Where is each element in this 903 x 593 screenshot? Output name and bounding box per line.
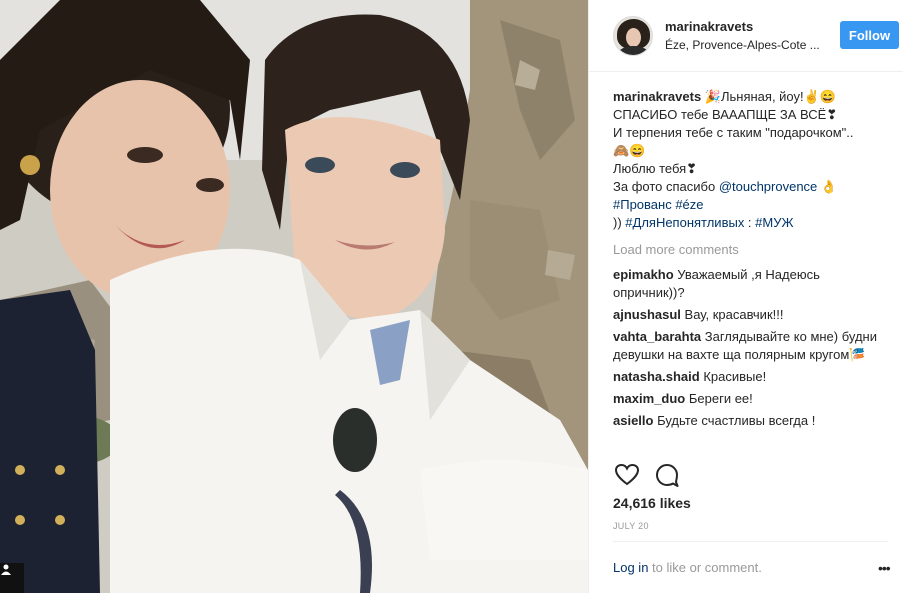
- instagram-post: marinakravets Éze, Provence-Alpes-Cote .…: [0, 0, 903, 593]
- header-text: marinakravets Éze, Provence-Alpes-Cote .…: [665, 19, 825, 52]
- comment-item: natasha.shaid Красивые!: [613, 368, 888, 386]
- location-link[interactable]: Éze, Provence-Alpes-Cote ...: [665, 38, 825, 52]
- avatar-shoulders: [618, 45, 649, 55]
- comment-item: epimakho Уважаемый ,я Надеюсь опричник))…: [613, 266, 888, 302]
- hashtag-line[interactable]: #Прованс #éze: [613, 196, 888, 214]
- divider: [613, 541, 888, 542]
- login-link[interactable]: Log in: [613, 560, 648, 575]
- comment-item: vahta_barahta Заглядывайте ко мне) будни…: [613, 328, 888, 364]
- comment-username[interactable]: natasha.shaid: [613, 369, 700, 384]
- heart-glyph: [615, 464, 639, 486]
- comments-list[interactable]: marinakravets 🎉Льняная, йоу!✌😄 СПАСИБО т…: [613, 88, 888, 450]
- likes-count[interactable]: 24,616 likes: [613, 495, 691, 511]
- comment-username[interactable]: asiello: [613, 413, 653, 428]
- hashtag-link-2[interactable]: #МУЖ: [755, 215, 793, 230]
- caption-line-0: marinakravets 🎉Льняная, йоу!✌😄: [613, 88, 888, 106]
- caption-last-line: )) #ДляНепонятливых : #МУЖ: [613, 214, 888, 232]
- heart-icon[interactable]: [613, 461, 641, 489]
- comment-username[interactable]: epimakho: [613, 267, 674, 282]
- comment-item: ajnushasul Вау, красавчик!!!: [613, 306, 888, 324]
- username-link[interactable]: marinakravets: [665, 19, 825, 34]
- photo-illustration: [0, 0, 588, 593]
- hashtag-link-1[interactable]: #ДляНепонятливых: [625, 215, 744, 230]
- caption-line-3: 🙈😄: [613, 143, 646, 158]
- comment-text: Будьте счастливы всегда !: [653, 413, 816, 428]
- mention-link[interactable]: @touchprovence: [719, 179, 817, 194]
- caption-credit-suffix: 👌: [817, 179, 838, 194]
- post-photo[interactable]: [0, 0, 588, 593]
- post-side-panel: marinakravets Éze, Provence-Alpes-Cote .…: [588, 0, 903, 593]
- comment-text: Вау, красавчик!!!: [680, 307, 784, 322]
- load-more-comments-link[interactable]: Load more comments: [613, 241, 888, 259]
- follow-button[interactable]: Follow: [840, 21, 899, 49]
- comment-item: asiello Будьте счастливы всегда !: [613, 412, 888, 430]
- post-header: marinakravets Éze, Provence-Alpes-Cote .…: [589, 0, 903, 72]
- caption-line-4: Люблю тебя❣: [613, 161, 698, 176]
- user-tag-glyph: [1, 564, 11, 575]
- caption-username[interactable]: marinakravets: [613, 89, 701, 104]
- avatar-face: [626, 27, 641, 47]
- more-options-icon[interactable]: •••: [878, 560, 891, 576]
- caption-last-sep: :: [744, 215, 756, 230]
- comment-text: Красивые!: [699, 369, 767, 384]
- comment-username[interactable]: maxim_duo: [613, 391, 685, 406]
- caption-credit-line: За фото спасибо @touchprovence 👌: [613, 178, 888, 196]
- user-tag-icon[interactable]: [0, 563, 24, 593]
- caption-line-1: СПАСИБО тебе ВАААПЩЕ ЗА ВСЁ❣: [613, 107, 838, 122]
- post-date[interactable]: JULY 20: [613, 521, 649, 531]
- login-prompt-text: to like or comment.: [648, 560, 762, 575]
- comment-glyph: [656, 464, 679, 487]
- caption-line-2: И терпения тебе с таким "подарочком"..: [613, 125, 854, 140]
- caption-text-0: 🎉Льняная, йоу!✌😄: [701, 89, 836, 104]
- caption: marinakravets 🎉Льняная, йоу!✌😄 СПАСИБО т…: [613, 88, 888, 232]
- comment-username[interactable]: ajnushasul: [613, 307, 681, 322]
- avatar[interactable]: [613, 15, 653, 56]
- comment-item: maxim_duo Береги ее!: [613, 390, 888, 408]
- comment-username[interactable]: vahta_barahta: [613, 329, 701, 344]
- login-prompt: Log in to like or comment.: [613, 560, 762, 575]
- caption-last-prefix: )): [613, 215, 626, 230]
- comment-bubble-icon[interactable]: [653, 461, 681, 489]
- caption-credit-prefix: За фото спасибо: [613, 179, 719, 194]
- action-bar: [613, 460, 693, 490]
- comment-text: Береги ее!: [685, 391, 753, 406]
